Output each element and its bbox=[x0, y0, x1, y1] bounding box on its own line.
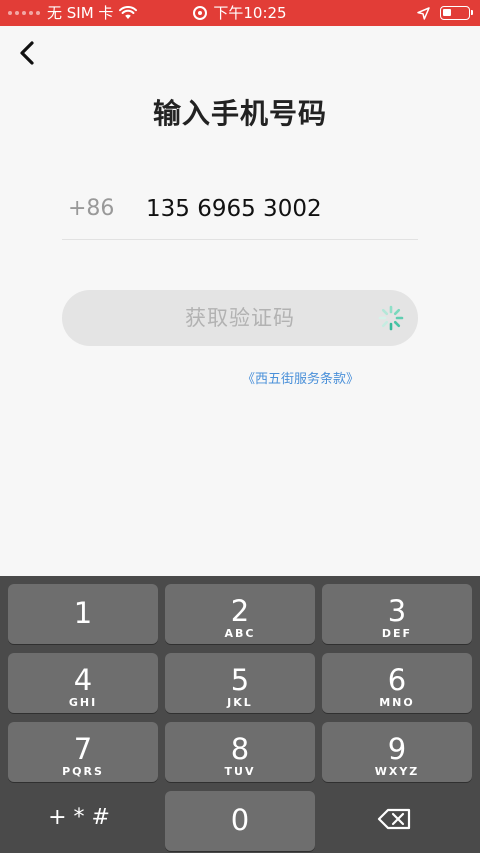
key-digit: 6 bbox=[387, 663, 407, 697]
key-7[interactable]: 7 PQRS bbox=[8, 722, 158, 782]
backspace-icon bbox=[377, 808, 411, 830]
battery-icon bbox=[440, 6, 473, 20]
key-digit: 2 bbox=[230, 594, 250, 628]
status-bar: 无 SIM 卡 下午10:25 bbox=[0, 0, 480, 26]
wifi-icon bbox=[119, 6, 138, 19]
page-title: 输入手机号码 bbox=[152, 97, 327, 130]
key-2[interactable]: 2 ABC bbox=[165, 584, 315, 644]
chevron-left-icon bbox=[20, 41, 34, 65]
key-symbols[interactable]: + * # bbox=[4, 788, 154, 848]
status-left: 无 SIM 卡 bbox=[8, 0, 138, 26]
key-digit: 5 bbox=[230, 663, 250, 697]
key-3[interactable]: 3 DEF bbox=[322, 584, 472, 644]
loading-spinner-icon bbox=[378, 305, 404, 331]
delete-button[interactable] bbox=[375, 800, 415, 838]
key-letters: ABC bbox=[224, 627, 256, 640]
key-digit: 1 bbox=[73, 596, 93, 630]
key-letters: DEF bbox=[381, 627, 413, 640]
country-code[interactable]: +86 bbox=[68, 196, 114, 221]
key-letters: JKL bbox=[227, 696, 253, 709]
carrier-label: 无 SIM 卡 bbox=[47, 4, 114, 22]
status-right bbox=[417, 0, 473, 26]
key-0[interactable]: 0 bbox=[165, 791, 315, 851]
back-button[interactable] bbox=[12, 36, 42, 70]
phone-row: +86 bbox=[62, 188, 418, 240]
key-digit: 8 bbox=[230, 732, 250, 766]
key-5[interactable]: 5 JKL bbox=[165, 653, 315, 713]
location-arrow-icon bbox=[417, 6, 430, 20]
key-digit: 7 bbox=[73, 732, 93, 766]
key-9[interactable]: 9 WXYZ bbox=[322, 722, 472, 782]
phone-number-input[interactable] bbox=[146, 192, 414, 226]
key-4[interactable]: 4 GHI bbox=[8, 653, 158, 713]
key-8[interactable]: 8 TUV bbox=[165, 722, 315, 782]
key-digit: 0 bbox=[230, 803, 250, 837]
key-letters: MNO bbox=[379, 696, 415, 709]
key-letters: TUV bbox=[224, 765, 256, 778]
key-letters: PQRS bbox=[62, 765, 104, 778]
key-6[interactable]: 6 MNO bbox=[322, 653, 472, 713]
key-letters: WXYZ bbox=[374, 765, 420, 778]
terms-link[interactable]: 《西五街服务条款》 bbox=[242, 368, 359, 387]
key-digit: 3 bbox=[387, 594, 407, 628]
get-code-button[interactable]: 获取验证码 bbox=[62, 290, 418, 346]
get-code-label: 获取验证码 bbox=[185, 306, 295, 330]
key-digit: 9 bbox=[387, 732, 407, 766]
key-letters: GHI bbox=[68, 696, 98, 709]
status-time: 下午10:25 bbox=[213, 4, 287, 22]
screen-record-icon bbox=[193, 6, 208, 20]
key-digit: 4 bbox=[73, 663, 93, 697]
key-1[interactable]: 1 bbox=[8, 584, 158, 644]
signal-dots-icon bbox=[8, 11, 40, 15]
